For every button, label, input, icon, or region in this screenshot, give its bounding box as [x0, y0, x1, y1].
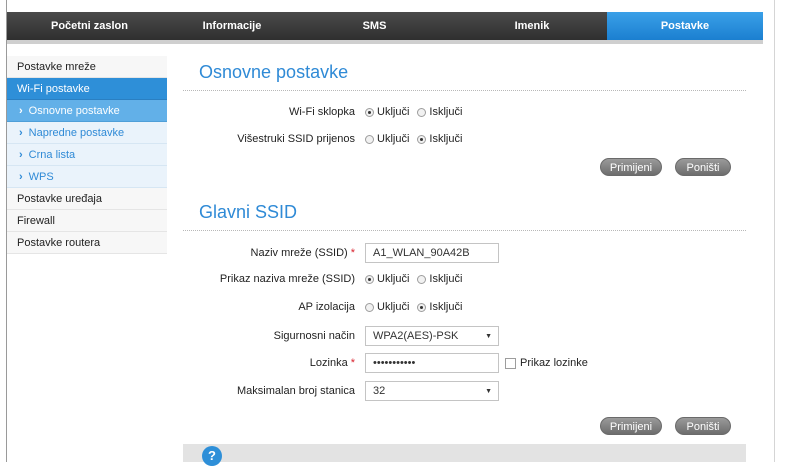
caret-down-icon: ▼: [485, 332, 492, 340]
ap-isolation-row: AP izolacija Uključi Isključi: [183, 296, 746, 318]
security-mode-label: Sigurnosni način: [273, 330, 355, 342]
max-stations-label: Maksimalan broj stanica: [237, 385, 355, 397]
multi-ssid-row: Višestruki SSID prijenos Uključi Isključ…: [183, 128, 746, 150]
section-title-basic: Osnovne postavke: [199, 62, 349, 82]
show-password-checkbox[interactable]: [505, 357, 516, 369]
apply-button[interactable]: Primijeni: [600, 158, 662, 176]
radio-label: Isključi: [429, 301, 463, 313]
radio-label: Isključi: [429, 273, 463, 285]
radio-label: Uključi: [377, 106, 410, 118]
security-mode-row: Sigurnosni način WPA2(AES)-PSK ▼: [183, 325, 746, 347]
multi-ssid-label: Višestruki SSID prijenos: [237, 133, 355, 145]
ap-isolation-on-radio[interactable]: Uključi: [365, 301, 409, 313]
multi-ssid-off-radio[interactable]: Isključi: [417, 133, 462, 145]
sidebar-item-firewall[interactable]: Firewall: [7, 210, 167, 232]
wifi-switch-on-radio[interactable]: Uključi: [365, 106, 409, 118]
select-value: 32: [373, 385, 386, 397]
tab-settings[interactable]: Postavke: [607, 12, 763, 40]
sidebar-item-device-settings[interactable]: Postavke uređaja: [7, 188, 167, 210]
radio-icon: [365, 107, 374, 117]
tab-home[interactable]: Početni zaslon: [7, 12, 172, 40]
divider: [183, 90, 746, 91]
ap-isolation-off-radio[interactable]: Isključi: [417, 301, 462, 313]
sidebar-item-basic-settings[interactable]: › Osnovne postavke: [7, 100, 167, 122]
tab-contacts[interactable]: Imenik: [457, 12, 607, 40]
ssid-name-input[interactable]: A1_WLAN_90A42B: [365, 243, 499, 263]
radio-icon: [365, 134, 374, 144]
ap-isolation-label: AP izolacija: [298, 301, 355, 313]
sidebar-item-label: Crna lista: [28, 149, 76, 161]
tab-information[interactable]: Informacije: [172, 12, 292, 40]
help-icon[interactable]: ?: [202, 446, 222, 466]
sidebar-item-router-settings[interactable]: Postavke routera: [7, 232, 167, 254]
section-title-main-ssid: Glavni SSID: [199, 202, 298, 222]
radio-label: Uključi: [377, 301, 410, 313]
cancel-button[interactable]: Poništi: [675, 158, 731, 176]
radio-icon: [417, 107, 427, 117]
wifi-switch-off-radio[interactable]: Isključi: [417, 106, 462, 118]
divider: [183, 230, 746, 231]
tab-sms[interactable]: SMS: [292, 12, 457, 40]
caret-down-icon: ▼: [485, 387, 492, 395]
sidebar-item-label: Osnovne postavke: [28, 105, 120, 117]
sidebar-item-advanced-settings[interactable]: › Napredne postavke: [7, 122, 167, 144]
radio-icon: [365, 274, 374, 284]
sidebar: Postavke mreže Wi-Fi postavke › Osnovne p…: [7, 56, 167, 254]
help-bar: [183, 444, 746, 462]
chevron-right-icon: ›: [19, 149, 23, 161]
radio-icon: [417, 134, 427, 144]
sidebar-item-label: Napredne postavke: [28, 127, 125, 139]
password-input[interactable]: •••••••••••: [365, 353, 499, 373]
radio-icon: [365, 302, 374, 312]
multi-ssid-on-radio[interactable]: Uključi: [365, 133, 409, 145]
password-label: Lozinka *: [309, 357, 355, 369]
sidebar-item-label: WPS: [28, 171, 54, 183]
password-row: Lozinka * ••••••••••• Prikaz lozinke: [183, 352, 746, 374]
sidebar-item-wps[interactable]: › WPS: [7, 166, 167, 188]
cancel-button[interactable]: Poništi: [675, 417, 731, 435]
ssid-broadcast-label: Prikaz naziva mreže (SSID): [219, 273, 355, 285]
radio-icon: [417, 274, 427, 284]
radio-label: Isključi: [429, 106, 463, 118]
max-stations-select[interactable]: 32 ▼: [365, 381, 499, 401]
max-stations-row: Maksimalan broj stanica 32 ▼: [183, 380, 746, 402]
wifi-switch-label: Wi-Fi sklopka: [288, 106, 355, 118]
sidebar-item-wifi-settings[interactable]: Wi-Fi postavke: [7, 78, 167, 100]
sidebar-item-blacklist[interactable]: › Crna lista: [7, 144, 167, 166]
radio-icon: [417, 302, 427, 312]
right-border: [774, 0, 775, 462]
apply-button[interactable]: Primijeni: [600, 417, 662, 435]
ssid-name-row: Naziv mreže (SSID) * A1_WLAN_90A42B: [183, 242, 746, 264]
ssid-broadcast-row: Prikaz naziva mreže (SSID) Uključi Isklj…: [183, 268, 746, 290]
radio-label: Uključi: [377, 273, 410, 285]
security-mode-select[interactable]: WPA2(AES)-PSK ▼: [365, 326, 499, 346]
chevron-right-icon: ›: [19, 105, 23, 117]
ssid-broadcast-on-radio[interactable]: Uključi: [365, 273, 409, 285]
ssid-name-label: Naziv mreže (SSID) *: [250, 247, 355, 259]
wifi-switch-row: Wi-Fi sklopka Uključi Isključi: [183, 101, 746, 123]
top-navigation: Početni zaslon Informacije SMS Imenik Po…: [7, 12, 763, 40]
show-password-label: Prikaz lozinke: [520, 357, 588, 369]
chevron-right-icon: ›: [19, 171, 23, 183]
select-value: WPA2(AES)-PSK: [373, 330, 459, 342]
sidebar-item-network-settings[interactable]: Postavke mreže: [7, 56, 167, 78]
chevron-right-icon: ›: [19, 127, 23, 139]
topnav-shadow: [7, 40, 763, 44]
radio-label: Isključi: [429, 133, 463, 145]
radio-label: Uključi: [377, 133, 410, 145]
ssid-broadcast-off-radio[interactable]: Isključi: [417, 273, 462, 285]
